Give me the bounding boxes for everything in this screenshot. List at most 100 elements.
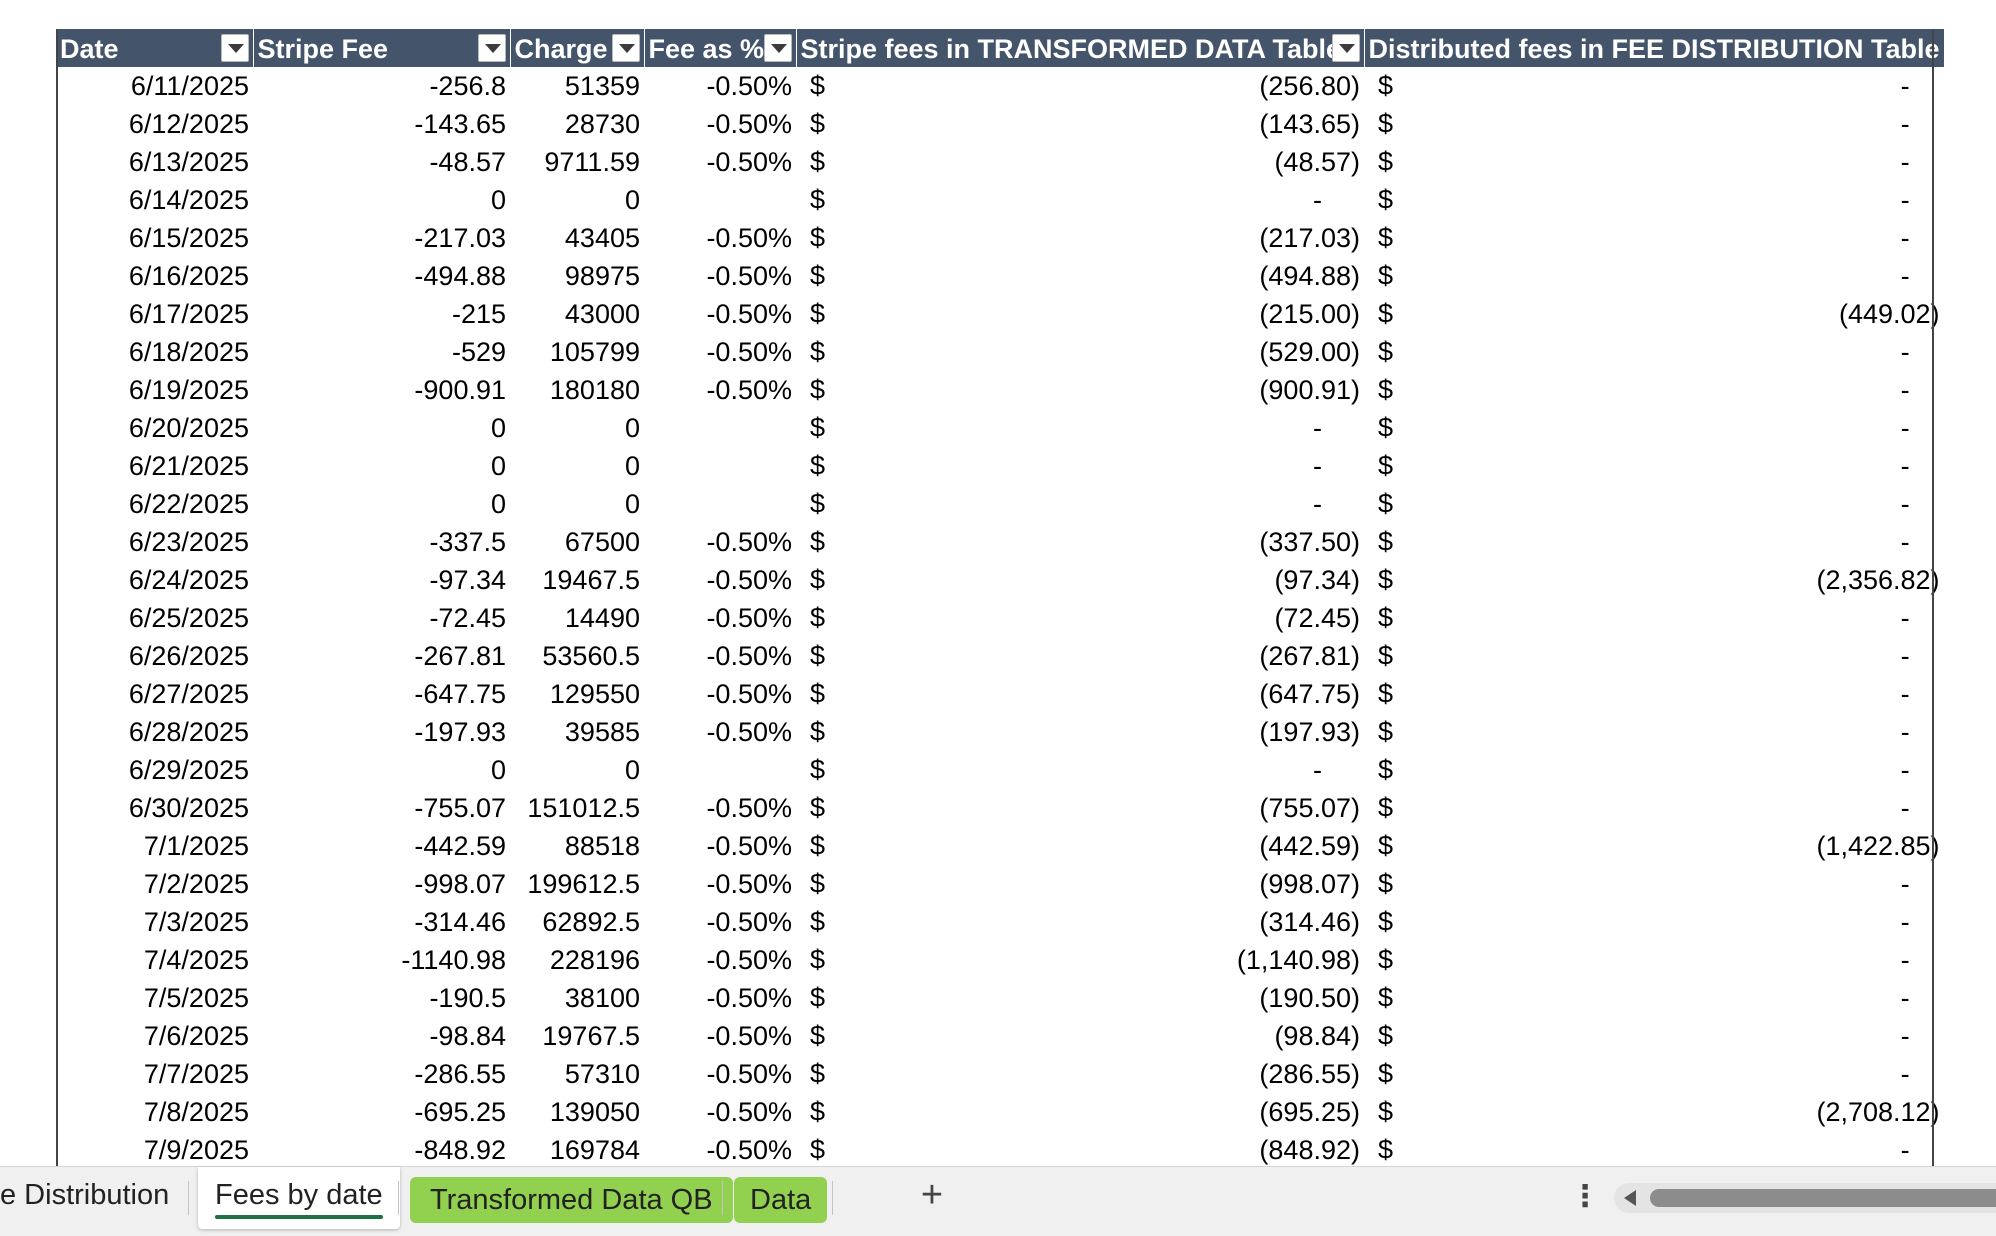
- cell-stripe-fees-transformed[interactable]: $ (48.57): [796, 143, 1364, 181]
- cell-date[interactable]: 6/15/2025: [56, 219, 253, 257]
- cell-stripe-fees-transformed[interactable]: $ (529.00): [796, 333, 1364, 371]
- cell-fee-pct[interactable]: [644, 485, 796, 523]
- cell-charge[interactable]: 38100: [510, 979, 644, 1017]
- cell-charge[interactable]: 105799: [510, 333, 644, 371]
- cell-stripe-fee[interactable]: -286.55: [253, 1055, 510, 1093]
- cell-stripe-fees-transformed[interactable]: $ -: [796, 485, 1364, 523]
- cell-fee-pct[interactable]: [644, 751, 796, 789]
- cell-fee-pct[interactable]: -0.50%: [644, 1017, 796, 1055]
- cell-charge[interactable]: 0: [510, 409, 644, 447]
- table-row[interactable]: 6/22/2025 0 0 $ - $ -: [56, 485, 1944, 523]
- cell-charge[interactable]: 129550: [510, 675, 644, 713]
- cell-stripe-fees-transformed[interactable]: $ (314.46): [796, 903, 1364, 941]
- cell-fee-pct[interactable]: -0.50%: [644, 903, 796, 941]
- table-row[interactable]: 7/8/2025 -695.25 139050 -0.50% $ (695.25) $ (2,…: [56, 1093, 1944, 1131]
- cell-stripe-fee[interactable]: 0: [253, 409, 510, 447]
- cell-distributed-fees[interactable]: $ -: [1364, 599, 1944, 637]
- table-row[interactable]: 6/30/2025 -755.07 151012.5 -0.50% $ (755.07) $…: [56, 789, 1944, 827]
- cell-stripe-fee[interactable]: -1140.98: [253, 941, 510, 979]
- cell-distributed-fees[interactable]: $ -: [1364, 409, 1944, 447]
- cell-charge[interactable]: 9711.59: [510, 143, 644, 181]
- cell-distributed-fees[interactable]: $ -: [1364, 105, 1944, 143]
- cell-fee-pct[interactable]: -0.50%: [644, 1131, 796, 1166]
- cell-charge[interactable]: 51359: [510, 67, 644, 105]
- cell-charge[interactable]: 151012.5: [510, 789, 644, 827]
- cell-stripe-fee[interactable]: -97.34: [253, 561, 510, 599]
- cell-stripe-fees-transformed[interactable]: $ -: [796, 409, 1364, 447]
- cell-fee-pct[interactable]: -0.50%: [644, 295, 796, 333]
- filter-dropdown-icon[interactable]: [611, 34, 640, 62]
- cell-charge[interactable]: 28730: [510, 105, 644, 143]
- cell-distributed-fees[interactable]: $ (449.02): [1364, 295, 1944, 333]
- cell-stripe-fee[interactable]: -529: [253, 333, 510, 371]
- tab-fees-by-date[interactable]: Fees by date: [198, 1167, 400, 1229]
- table-row[interactable]: 6/28/2025 -197.93 39585 -0.50% $ (197.93) $ -: [56, 713, 1944, 751]
- cell-distributed-fees[interactable]: $ (2,356.82): [1364, 561, 1944, 599]
- cell-stripe-fees-transformed[interactable]: $ (755.07): [796, 789, 1364, 827]
- cell-date[interactable]: 6/12/2025: [56, 105, 253, 143]
- cell-stripe-fee[interactable]: -695.25: [253, 1093, 510, 1131]
- cell-fee-pct[interactable]: -0.50%: [644, 371, 796, 409]
- cell-stripe-fee[interactable]: -217.03: [253, 219, 510, 257]
- cell-date[interactable]: 6/11/2025: [56, 67, 253, 105]
- table-row[interactable]: 6/27/2025 -647.75 129550 -0.50% $ (647.75) $ -: [56, 675, 1944, 713]
- cell-distributed-fees[interactable]: $ -: [1364, 67, 1944, 105]
- cell-fee-pct[interactable]: -0.50%: [644, 257, 796, 295]
- cell-stripe-fees-transformed[interactable]: $ (215.00): [796, 295, 1364, 333]
- cell-stripe-fee[interactable]: -215: [253, 295, 510, 333]
- tab-fee-distribution[interactable]: e Distribution: [0, 1167, 187, 1223]
- cell-date[interactable]: 7/1/2025: [56, 827, 253, 865]
- table-row[interactable]: 6/15/2025 -217.03 43405 -0.50% $ (217.03) $ -: [56, 219, 1944, 257]
- cell-distributed-fees[interactable]: $ -: [1364, 903, 1944, 941]
- cell-stripe-fee[interactable]: -337.5: [253, 523, 510, 561]
- spreadsheet-grid[interactable]: Date Stripe Fee Charge Fee as % Stripe f…: [0, 0, 1996, 1166]
- cell-date[interactable]: 6/18/2025: [56, 333, 253, 371]
- cell-stripe-fees-transformed[interactable]: $ (286.55): [796, 1055, 1364, 1093]
- cell-fee-pct[interactable]: -0.50%: [644, 865, 796, 903]
- table-row[interactable]: 7/9/2025 -848.92 169784 -0.50% $ (848.92) $ -: [56, 1131, 1944, 1166]
- table-row[interactable]: 7/1/2025 -442.59 88518 -0.50% $ (442.59) $ (1,4…: [56, 827, 1944, 865]
- cell-fee-pct[interactable]: [644, 181, 796, 219]
- cell-charge[interactable]: 14490: [510, 599, 644, 637]
- cell-distributed-fees[interactable]: $ -: [1364, 257, 1944, 295]
- cell-date[interactable]: 7/9/2025: [56, 1131, 253, 1166]
- table-row[interactable]: 6/24/2025 -97.34 19467.5 -0.50% $ (97.34) $ (2,…: [56, 561, 1944, 599]
- table-row[interactable]: 6/11/2025 -256.8 51359 -0.50% $ (256.80) $ -: [56, 67, 1944, 105]
- cell-charge[interactable]: 180180: [510, 371, 644, 409]
- cell-distributed-fees[interactable]: $ -: [1364, 865, 1944, 903]
- cell-date[interactable]: 6/29/2025: [56, 751, 253, 789]
- cell-date[interactable]: 7/2/2025: [56, 865, 253, 903]
- cell-charge[interactable]: 0: [510, 485, 644, 523]
- table-row[interactable]: 7/7/2025 -286.55 57310 -0.50% $ (286.55) $ -: [56, 1055, 1944, 1093]
- table-row[interactable]: 6/20/2025 0 0 $ - $ -: [56, 409, 1944, 447]
- cell-distributed-fees[interactable]: $ -: [1364, 1131, 1944, 1166]
- cell-stripe-fee[interactable]: -48.57: [253, 143, 510, 181]
- cell-charge[interactable]: 57310: [510, 1055, 644, 1093]
- cell-stripe-fees-transformed[interactable]: $ (494.88): [796, 257, 1364, 295]
- cell-date[interactable]: 6/30/2025: [56, 789, 253, 827]
- cell-date[interactable]: 7/7/2025: [56, 1055, 253, 1093]
- table-row[interactable]: 6/19/2025 -900.91 180180 -0.50% $ (900.91) $ -: [56, 371, 1944, 409]
- cell-stripe-fee[interactable]: -848.92: [253, 1131, 510, 1166]
- cell-stripe-fee[interactable]: -72.45: [253, 599, 510, 637]
- table-row[interactable]: 7/2/2025 -998.07 199612.5 -0.50% $ (998.07) $ -: [56, 865, 1944, 903]
- cell-stripe-fees-transformed[interactable]: $ (267.81): [796, 637, 1364, 675]
- cell-charge[interactable]: 39585: [510, 713, 644, 751]
- cell-stripe-fee[interactable]: 0: [253, 447, 510, 485]
- table-row[interactable]: 6/14/2025 0 0 $ - $ -: [56, 181, 1944, 219]
- cell-stripe-fees-transformed[interactable]: $ (695.25): [796, 1093, 1364, 1131]
- cell-distributed-fees[interactable]: $ (1,422.85): [1364, 827, 1944, 865]
- cell-fee-pct[interactable]: -0.50%: [644, 713, 796, 751]
- cell-date[interactable]: 7/6/2025: [56, 1017, 253, 1055]
- cell-charge[interactable]: 67500: [510, 523, 644, 561]
- cell-date[interactable]: 6/17/2025: [56, 295, 253, 333]
- cell-fee-pct[interactable]: -0.50%: [644, 827, 796, 865]
- cell-stripe-fees-transformed[interactable]: $ (1,140.98): [796, 941, 1364, 979]
- cell-stripe-fees-transformed[interactable]: $ -: [796, 447, 1364, 485]
- cell-stripe-fee[interactable]: -143.65: [253, 105, 510, 143]
- cell-fee-pct[interactable]: -0.50%: [644, 1093, 796, 1131]
- cell-distributed-fees[interactable]: $ (2,708.12): [1364, 1093, 1944, 1131]
- cell-stripe-fee[interactable]: 0: [253, 181, 510, 219]
- cell-fee-pct[interactable]: -0.50%: [644, 219, 796, 257]
- table-row[interactable]: 6/17/2025 -215 43000 -0.50% $ (215.00) $ (449.0…: [56, 295, 1944, 333]
